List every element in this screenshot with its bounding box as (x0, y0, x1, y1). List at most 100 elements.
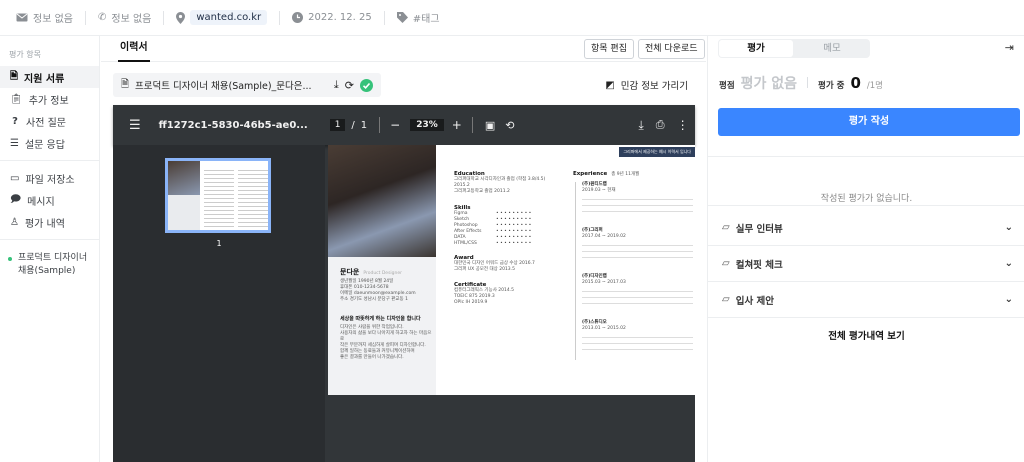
rotate-icon[interactable]: ⟲ (505, 119, 514, 132)
list-icon: ☰ (10, 137, 19, 149)
resume-main: 그리퍼에서 제공하는 예시 이력서 입니다 Education 그리퍼대학교 시… (448, 145, 695, 395)
score-value: 평가 없음 (740, 76, 798, 92)
sidebar-item-messages[interactable]: 🗩 메시지 (0, 189, 99, 211)
score-summary: 평점 평가 없음 평가 중 0 /1명 (719, 73, 883, 93)
eval-memo-switch: 평가 메모 (718, 39, 870, 58)
view-all-evaluations-button[interactable]: 전체 평가내역 보기 (708, 328, 1024, 342)
skill-level-dots: • • • • • • • • • (496, 241, 532, 246)
certificate-line: OPIc IH 2019.9 (454, 300, 488, 305)
chevron-down-icon: ⌄ (1004, 294, 1013, 305)
page-separator: / (351, 119, 355, 131)
sidebar: 평가 항목 🗎 지원 서류 📋︎ 추가 정보 ? 사전 질문 ☰ 설문 응답 ▭… (0, 36, 100, 462)
skills-list: Figma • • • • • • • • • Sketch • • • • • • … (454, 211, 562, 247)
main-panel: 이력서 항목 편집 전체 다운로드 🗎 프로덕트 디자이너 채용(Sample)… (101, 36, 706, 462)
download-icon[interactable]: ⤓ (334, 78, 339, 92)
toolbar-divider (471, 117, 473, 133)
file-bar[interactable]: 🗎 프로덕트 디자이너 채용(Sample)_문다은... ⤓ ⟳ (113, 73, 381, 97)
eye-off-icon: ◩ (605, 79, 615, 91)
sidebar-item-label: 파일 저장소 (25, 174, 75, 186)
evaluation-panel: 평가 메모 ⇥ 평점 평가 없음 평가 중 0 /1명 평가 작성 작성된 평가… (707, 36, 1024, 462)
score-label: 평점 (719, 81, 735, 91)
accordion-practical-interview[interactable]: ▱ 실무 인터뷰 ⌄ (708, 210, 1024, 246)
edit-items-button[interactable]: 항목 편집 (584, 39, 634, 59)
tab-memo[interactable]: 메모 (795, 40, 869, 57)
zoom-level[interactable]: 23% (410, 119, 444, 131)
website-info: wanted.co.kr (176, 10, 281, 25)
sidebar-item-survey[interactable]: ☰ 설문 응답 (0, 132, 99, 154)
print-icon[interactable]: ⎙ (656, 118, 665, 132)
tab-evaluation[interactable]: 평가 (719, 40, 793, 57)
pdf-toolbar: ☰ ff1272c1-5830-46b5-ae0... 1 / 1 − 23% … (113, 105, 695, 145)
download-all-button[interactable]: 전체 다운로드 (638, 39, 705, 59)
sidebar-item-file-storage[interactable]: ▭ 파일 저장소 (0, 167, 99, 189)
folder-icon: ▭ (10, 172, 20, 184)
download-icon[interactable]: ⤓ (638, 118, 643, 133)
accordion-culture-fit[interactable]: ▱ 컬쳐핏 체크 ⌄ (708, 246, 1024, 282)
refresh-icon[interactable]: ⟳ (345, 79, 354, 92)
job-posting-item[interactable]: 프로덕트 디자이너 채용(Sample) (0, 246, 99, 284)
experience-subtitle: 총 9년 11개월 (611, 172, 640, 177)
pdf-file-id: ff1272c1-5830-46b5-ae0... (158, 119, 308, 131)
education-line: 그리퍼대학교 시각디자인과 졸업 (학점 3.8/4.5) 2015.2 (454, 177, 546, 188)
document-icon: 🗎 (10, 70, 19, 82)
thumb-text-lines (238, 167, 268, 227)
experience-detail-lines (582, 286, 693, 304)
write-evaluation-button[interactable]: 평가 작성 (718, 108, 1020, 136)
candidate-info-bar: 정보 없음 ✆ 정보 없음 wanted.co.kr 2022. 12. 25 … (0, 0, 1024, 36)
menu-icon[interactable]: ☰ (129, 118, 141, 133)
privacy-label: 민감 정보 가리기 (620, 81, 688, 92)
tag-info[interactable]: #태그 (396, 11, 452, 25)
profile-photo (328, 145, 436, 257)
privacy-toggle[interactable]: ◩ 민감 정보 가리기 (605, 78, 688, 93)
chevron-down-icon: ⌄ (1004, 222, 1013, 233)
sidebar-item-documents[interactable]: 🗎 지원 서류 (0, 66, 99, 88)
email-info: 정보 없음 (16, 10, 86, 25)
page-thumbnail[interactable] (165, 158, 271, 233)
thumbnail-page-number: 1 (216, 239, 222, 248)
resume-intro-line: 사용자의 삶을 보다 나아지게 하고자 하는 마음으로 (340, 331, 432, 342)
collapse-panel-icon[interactable]: ⇥ (1005, 41, 1014, 54)
sidebar-item-label: 지원 서류 (24, 73, 65, 85)
sidebar-divider (0, 160, 99, 161)
date-value: 2022. 12. 25 (308, 12, 372, 23)
sidebar-item-additional-info[interactable]: 📋︎ 추가 정보 (0, 88, 99, 110)
accordion-job-offer[interactable]: ▱ 입사 제안 ⌄ (708, 282, 1024, 318)
email-value: 정보 없음 (33, 14, 73, 25)
toolbar-divider (379, 117, 381, 133)
zoom-in-icon[interactable]: + (452, 118, 462, 132)
zoom-out-icon[interactable]: − (390, 118, 400, 132)
check-circle-icon (360, 78, 373, 92)
experience-detail-lines (582, 194, 693, 212)
chevron-down-icon: ⌄ (1004, 258, 1013, 269)
sidebar-item-label: 메시지 (27, 196, 55, 208)
sidebar-item-pre-questions[interactable]: ? 사전 질문 (0, 110, 99, 132)
sidebar-section-title: 평가 항목 (9, 50, 41, 59)
sidebar-item-label: 평가 내역 (24, 218, 65, 230)
form-icon: ▱ (722, 222, 730, 233)
page-total: 1 (360, 119, 368, 131)
location-pin-icon (176, 11, 186, 24)
pdf-viewer: ☰ ff1272c1-5830-46b5-ae0... 1 / 1 − 23% … (113, 105, 695, 462)
education-line: 그리퍼고등학교 졸업 2011.2 (454, 189, 510, 194)
phone-icon: ✆ (97, 12, 107, 23)
thumb-photo (168, 161, 200, 195)
accordion-label: 컬쳐핏 체크 (735, 259, 783, 271)
thumbnail-panel: 1 (113, 145, 325, 462)
award-line: 그리퍼 UX 공모전 대상 2013.5 (454, 267, 515, 272)
fit-page-icon[interactable]: ▣ (485, 119, 495, 132)
job-posting-label: 프로덕트 디자이너 채용(Sample) (18, 253, 88, 276)
mail-icon (16, 13, 28, 22)
website-link[interactable]: wanted.co.kr (190, 10, 268, 25)
clock-icon (292, 12, 304, 23)
tab-resume[interactable]: 이력서 (118, 36, 150, 62)
sidebar-item-evaluations[interactable]: ♙ 평가 내역 (0, 211, 99, 233)
file-name: 프로덕트 디자이너 채용(Sample)_문다은... (135, 81, 312, 92)
more-options-icon[interactable]: ⋮ (677, 118, 689, 132)
page-input[interactable]: 1 (329, 119, 346, 131)
evaluating-total: /1명 (866, 81, 883, 91)
phone-info: ✆ 정보 없음 (97, 10, 165, 25)
resume-banner: 그리퍼에서 제공하는 예시 이력서 입니다 (619, 147, 695, 157)
accordion-label: 실무 인터뷰 (735, 223, 783, 235)
sidebar-item-label: 설문 응답 (24, 139, 65, 151)
main-header: 이력서 항목 편집 전체 다운로드 (101, 36, 706, 62)
